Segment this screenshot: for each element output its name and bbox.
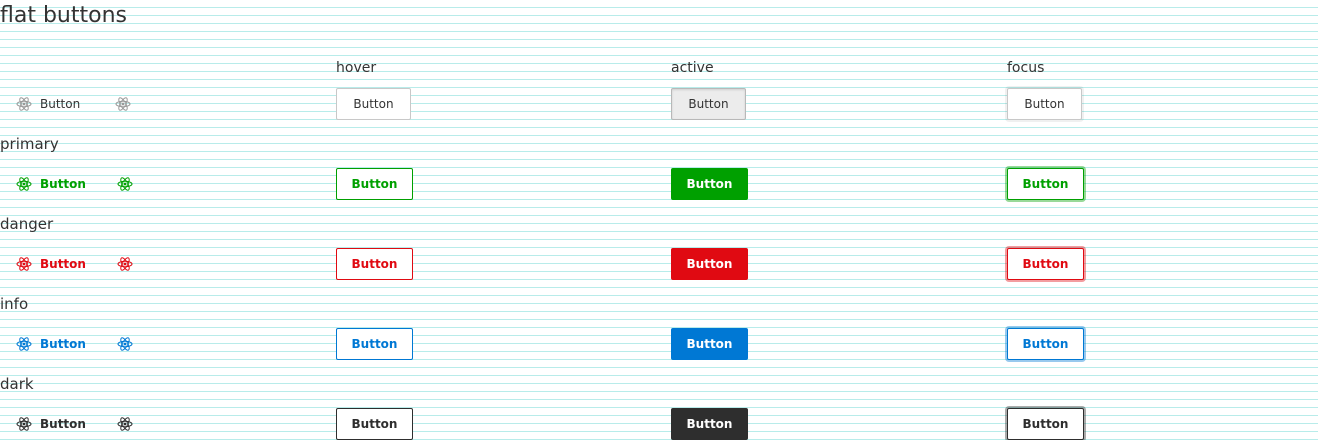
section-title-dark: dark — [0, 375, 34, 393]
page-title: flat buttons — [0, 3, 127, 28]
atom-icon — [117, 176, 133, 192]
focus-button-label: Button — [1022, 417, 1069, 431]
icon-button-default[interactable] — [115, 96, 131, 112]
active-button-label: Button — [686, 177, 733, 191]
atom-icon — [16, 416, 32, 432]
button-row-default: Button Button Button Button — [0, 88, 1318, 120]
hover-button-label: Button — [351, 257, 398, 271]
section-title-primary: primary — [0, 135, 59, 153]
atom-icon — [16, 96, 32, 112]
column-label-active: active — [671, 60, 714, 76]
flat-button-label: Button — [40, 177, 86, 191]
flat-button-label: Button — [40, 337, 86, 351]
icon-button-dark[interactable] — [117, 416, 133, 432]
flat-button-label: Button — [40, 257, 86, 271]
flat-button-default[interactable]: Button — [16, 88, 80, 120]
atom-icon — [115, 96, 131, 112]
hover-button-label: Button — [351, 417, 398, 431]
focus-button-label: Button — [1022, 337, 1069, 351]
icon-button-primary[interactable] — [117, 176, 133, 192]
focus-button-default[interactable]: Button — [1007, 88, 1082, 120]
focus-button-label: Button — [1024, 97, 1065, 111]
button-row-info: Button Button Button Button — [0, 328, 1318, 360]
column-label-focus: focus — [1007, 60, 1045, 76]
flat-button-info[interactable]: Button — [16, 328, 86, 360]
atom-icon — [16, 336, 32, 352]
column-label-hover: hover — [336, 60, 377, 76]
active-button-danger[interactable]: Button — [671, 248, 748, 280]
hover-button-primary[interactable]: Button — [336, 168, 413, 200]
flat-button-label: Button — [40, 97, 81, 111]
atom-icon — [117, 336, 133, 352]
active-button-label: Button — [686, 417, 733, 431]
flat-button-danger[interactable]: Button — [16, 248, 86, 280]
hover-button-label: Button — [353, 97, 394, 111]
flat-button-label: Button — [40, 417, 86, 431]
icon-button-info[interactable] — [117, 336, 133, 352]
button-row-primary: Button Button Button Button — [0, 168, 1318, 200]
focus-button-primary[interactable]: Button — [1007, 168, 1084, 200]
hover-button-dark[interactable]: Button — [336, 408, 413, 440]
icon-button-danger[interactable] — [117, 256, 133, 272]
focus-button-label: Button — [1022, 177, 1069, 191]
focus-button-danger[interactable]: Button — [1007, 248, 1084, 280]
active-button-label: Button — [686, 337, 733, 351]
hover-button-default[interactable]: Button — [336, 88, 411, 120]
section-title-danger: danger — [0, 215, 54, 233]
atom-icon — [117, 416, 133, 432]
button-row-dark: Button Button Button Button — [0, 408, 1318, 440]
atom-icon — [16, 256, 32, 272]
active-button-label: Button — [686, 257, 733, 271]
section-title-info: info — [0, 295, 29, 313]
focus-button-dark[interactable]: Button — [1007, 408, 1084, 440]
hover-button-label: Button — [351, 177, 398, 191]
hover-button-danger[interactable]: Button — [336, 248, 413, 280]
hover-button-info[interactable]: Button — [336, 328, 413, 360]
active-button-dark[interactable]: Button — [671, 408, 748, 440]
focus-button-info[interactable]: Button — [1007, 328, 1084, 360]
atom-icon — [117, 256, 133, 272]
flat-button-dark[interactable]: Button — [16, 408, 86, 440]
active-button-info[interactable]: Button — [671, 328, 748, 360]
flat-button-primary[interactable]: Button — [16, 168, 86, 200]
active-button-label: Button — [688, 97, 729, 111]
hover-button-label: Button — [351, 337, 398, 351]
active-button-primary[interactable]: Button — [671, 168, 748, 200]
active-button-default[interactable]: Button — [671, 88, 746, 120]
button-row-danger: Button Button Button Button — [0, 248, 1318, 280]
focus-button-label: Button — [1022, 257, 1069, 271]
atom-icon — [16, 176, 32, 192]
